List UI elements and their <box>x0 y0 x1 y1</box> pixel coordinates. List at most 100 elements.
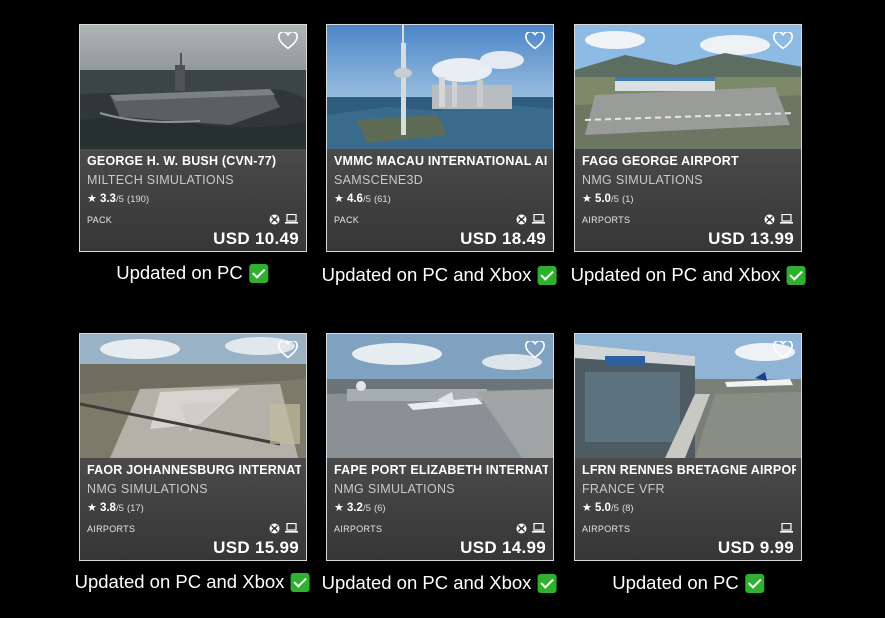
product-price[interactable]: USD 10.49 <box>213 229 299 249</box>
pc-icon <box>532 214 545 224</box>
product-title: LFRN RENNES BRETAGNE AIRPORT <box>582 463 796 477</box>
xbox-icon <box>269 523 280 533</box>
rating-max: /5 <box>115 503 124 514</box>
rating-value: 5.0 <box>594 193 611 205</box>
heart-icon[interactable] <box>278 32 298 50</box>
product-title: GEORGE H. W. BUSH (CVN-77) <box>87 154 277 168</box>
product-title: FAOR JOHANNESBURG INTERNATIONAL <box>87 463 301 477</box>
xbox-icon <box>516 214 527 224</box>
product-rating: ★ 3.2/5 (6) <box>334 501 386 514</box>
product-price[interactable]: USD 15.99 <box>213 538 299 558</box>
heart-icon[interactable] <box>525 32 545 50</box>
product-publisher: NMG SIMULATIONS <box>87 482 208 496</box>
product-rating: ★ 5.0/5 (1) <box>582 192 634 205</box>
platform-icons <box>764 213 793 225</box>
product-info: FAPE PORT ELIZABETH INTERNATIONAL NMG SI… <box>327 458 553 560</box>
product-category: AIRPORTS <box>582 215 631 225</box>
check-icon <box>290 572 310 592</box>
pc-icon <box>285 214 298 224</box>
check-icon <box>537 265 557 285</box>
product-price[interactable]: USD 18.49 <box>460 229 546 249</box>
product-category: PACK <box>87 215 113 225</box>
star-icon: ★ <box>582 193 592 205</box>
product-publisher: FRANCE VFR <box>582 482 665 496</box>
product-publisher: SAMSCENE3D <box>334 173 424 187</box>
product-card[interactable]: LFRN RENNES BRETAGNE AIRPORT FRANCE VFR … <box>574 333 802 561</box>
product-thumbnail[interactable] <box>80 25 306 149</box>
check-icon <box>744 573 764 593</box>
product-card[interactable]: GEORGE H. W. BUSH (CVN-77) MILTECH SIMUL… <box>79 24 307 252</box>
heart-icon[interactable] <box>278 341 298 359</box>
star-icon: ★ <box>334 193 344 205</box>
product-price[interactable]: USD 13.99 <box>708 229 794 249</box>
product-category: AIRPORTS <box>334 524 383 534</box>
star-icon: ★ <box>334 502 344 514</box>
rating-value: 4.6 <box>346 193 363 205</box>
update-caption: Updated on PC <box>612 572 764 594</box>
pc-icon <box>285 523 298 533</box>
product-thumbnail[interactable] <box>575 334 801 458</box>
product-rating: ★ 3.3/5 (190) <box>87 192 149 205</box>
update-caption-text: Updated on PC and Xbox <box>570 264 781 285</box>
update-caption: Updated on PC and Xbox <box>322 572 557 594</box>
heart-icon[interactable] <box>773 341 793 359</box>
pc-icon <box>780 523 793 533</box>
update-caption-text: Updated on PC <box>612 572 739 593</box>
product-thumbnail[interactable] <box>327 25 553 149</box>
platform-icons <box>780 522 793 534</box>
rating-max: /5 <box>115 194 124 205</box>
rating-count: (8) <box>621 503 634 514</box>
rating-value: 3.3 <box>99 193 116 205</box>
product-publisher: MILTECH SIMULATIONS <box>87 173 234 187</box>
check-icon <box>786 265 806 285</box>
star-icon: ★ <box>87 193 97 205</box>
xbox-icon <box>516 523 527 533</box>
update-caption-text: Updated on PC and Xbox <box>321 572 532 593</box>
pc-icon <box>532 523 545 533</box>
product-info: FAOR JOHANNESBURG INTERNATIONAL NMG SIMU… <box>80 458 306 560</box>
update-caption: Updated on PC and Xbox <box>75 571 310 593</box>
pc-icon <box>780 214 793 224</box>
product-card[interactable]: FAGG GEORGE AIRPORT NMG SIMULATIONS ★ 5.… <box>574 24 802 252</box>
product-price[interactable]: USD 9.99 <box>718 538 794 558</box>
product-rating: ★ 3.8/5 (17) <box>87 501 144 514</box>
heart-icon[interactable] <box>525 341 545 359</box>
heart-icon[interactable] <box>773 32 793 50</box>
product-info: LFRN RENNES BRETAGNE AIRPORT FRANCE VFR … <box>575 458 801 560</box>
rating-value: 3.2 <box>346 502 363 514</box>
rating-count: (17) <box>126 503 144 514</box>
product-card[interactable]: FAOR JOHANNESBURG INTERNATIONAL NMG SIMU… <box>79 333 307 561</box>
product-publisher: NMG SIMULATIONS <box>582 173 703 187</box>
product-title: FAPE PORT ELIZABETH INTERNATIONAL <box>334 463 548 477</box>
rating-max: /5 <box>610 194 619 205</box>
update-caption-text: Updated on PC and Xbox <box>74 571 285 592</box>
product-info: GEORGE H. W. BUSH (CVN-77) MILTECH SIMUL… <box>80 149 306 251</box>
product-price[interactable]: USD 14.99 <box>460 538 546 558</box>
xbox-icon <box>269 214 280 224</box>
xbox-icon <box>764 214 775 224</box>
rating-count: (61) <box>373 194 391 205</box>
check-icon <box>537 573 557 593</box>
rating-count: (6) <box>373 503 386 514</box>
rating-value: 3.8 <box>99 502 116 514</box>
platform-icons <box>269 213 298 225</box>
product-info: VMMC MACAU INTERNATIONAL AIRPORT SAMSCEN… <box>327 149 553 251</box>
rating-max: /5 <box>362 503 371 514</box>
product-publisher: NMG SIMULATIONS <box>334 482 455 496</box>
update-caption: Updated on PC and Xbox <box>571 264 806 286</box>
product-card[interactable]: FAPE PORT ELIZABETH INTERNATIONAL NMG SI… <box>326 333 554 561</box>
product-thumbnail[interactable] <box>80 334 306 458</box>
star-icon: ★ <box>87 502 97 514</box>
rating-count: (190) <box>126 194 150 205</box>
update-caption-text: Updated on PC <box>116 262 243 283</box>
product-thumbnail[interactable] <box>575 25 801 149</box>
rating-max: /5 <box>362 194 371 205</box>
product-card[interactable]: VMMC MACAU INTERNATIONAL AIRPORT SAMSCEN… <box>326 24 554 252</box>
rating-value: 5.0 <box>594 502 611 514</box>
star-icon: ★ <box>582 502 592 514</box>
product-thumbnail[interactable] <box>327 334 553 458</box>
platform-icons <box>516 522 545 534</box>
product-category: PACK <box>334 215 360 225</box>
product-title: FAGG GEORGE AIRPORT <box>582 154 739 168</box>
update-caption: Updated on PC <box>116 262 268 284</box>
